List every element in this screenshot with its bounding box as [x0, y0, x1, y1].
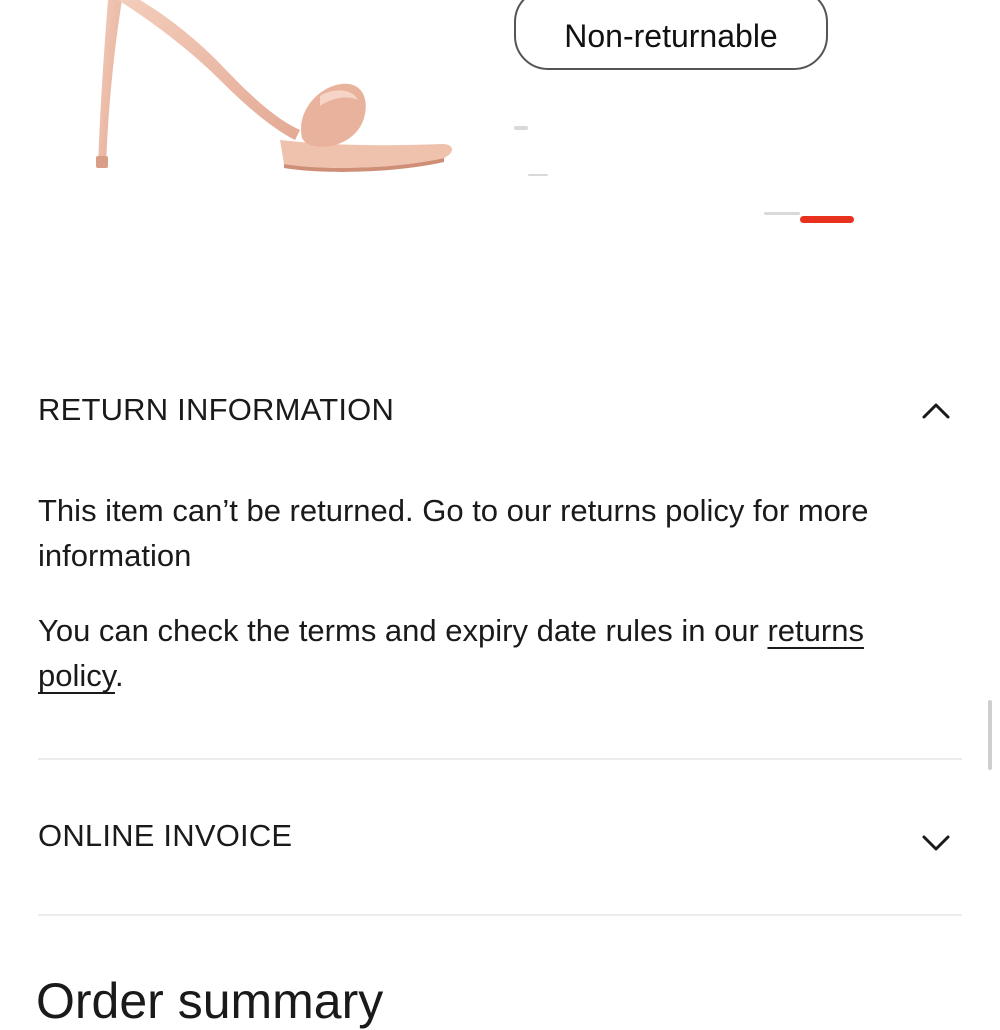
- product-image[interactable]: [70, 0, 470, 190]
- obscured-text-mark: [764, 212, 800, 215]
- obscured-text-mark: [528, 174, 548, 176]
- online-invoice-header[interactable]: ONLINE INVOICE: [38, 814, 962, 858]
- order-summary-heading: Order summary: [36, 973, 384, 1029]
- obscured-text-mark: [514, 126, 528, 130]
- scrollbar[interactable]: [988, 700, 992, 770]
- returns-policy-prefix: You can check the terms and expiry date …: [38, 613, 768, 648]
- online-invoice-title: ONLINE INVOICE: [38, 818, 293, 853]
- chevron-up-icon[interactable]: [918, 392, 954, 428]
- returns-policy-text: You can check the terms and expiry date …: [38, 608, 938, 698]
- accent-mark: [800, 216, 854, 223]
- return-info-text: This item can’t be returned. Go to our r…: [38, 493, 869, 573]
- return-information-title: RETURN INFORMATION: [38, 392, 395, 427]
- chevron-down-icon[interactable]: [918, 825, 954, 861]
- sandal-illustration: [96, 0, 453, 172]
- divider: [38, 758, 962, 760]
- divider: [38, 914, 962, 916]
- returns-policy-suffix: .: [114, 658, 124, 693]
- return-information-header[interactable]: RETURN INFORMATION: [38, 388, 962, 432]
- non-returnable-badge: Non-returnable: [514, 0, 828, 70]
